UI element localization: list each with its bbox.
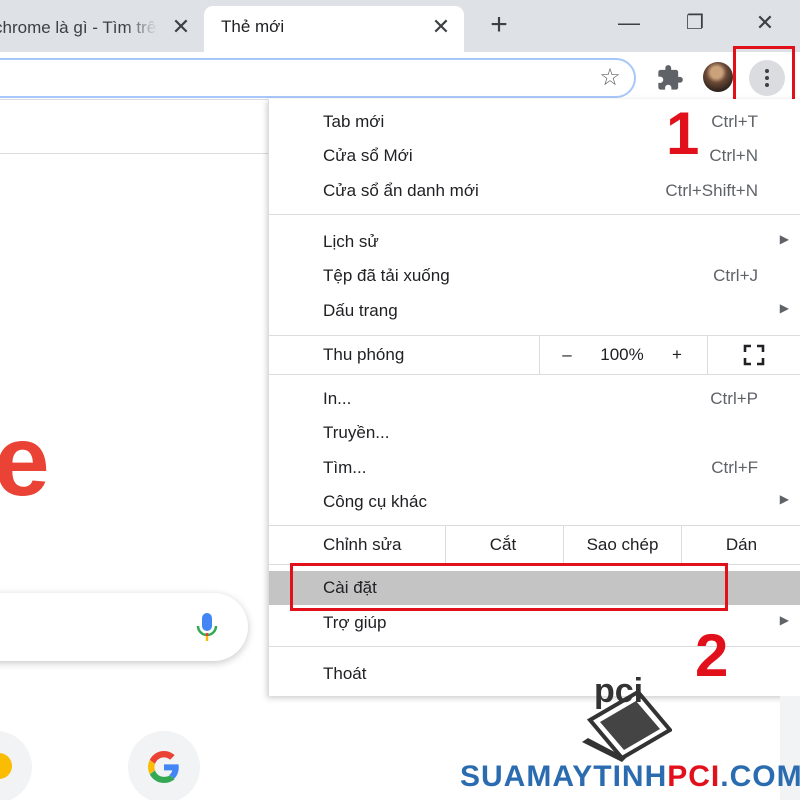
shortcut-tile-google[interactable] (128, 731, 200, 800)
watermark-part: PCI (667, 760, 721, 793)
menu-item-downloads[interactable]: Tệp đã tải xuống Ctrl+J (269, 259, 800, 293)
zoom-level: 100% (600, 345, 644, 364)
copy-button[interactable]: Sao chép (564, 535, 681, 555)
watermark-part: SUAMAYTINH (460, 760, 668, 793)
highlight-box-settings (290, 563, 728, 611)
extensions-puzzle-icon[interactable] (656, 64, 684, 92)
cut-button[interactable]: Cắt (446, 535, 560, 555)
menu-item-label: Cửa sổ Mới (323, 146, 413, 165)
menu-item-label: Cửa sổ ẩn danh mới (323, 181, 479, 200)
menu-item-find[interactable]: Tìm... Ctrl+F (269, 451, 800, 485)
menu-item-label: Tệp đã tải xuống (323, 266, 450, 285)
menu-item-new-window[interactable]: Cửa sổ Mới Ctrl+N (269, 139, 800, 173)
menu-item-bookmarks[interactable]: Dấu trang ▶ (269, 294, 800, 328)
shortcut-tile[interactable] (0, 731, 32, 800)
menu-item-label: Trợ giúp (323, 613, 387, 632)
menu-item-shortcut: Ctrl+F (711, 458, 758, 477)
menu-item-shortcut: Ctrl+P (710, 389, 758, 408)
tab-close-icon[interactable]: ✕ (428, 14, 454, 40)
menu-item-shortcut: Ctrl+J (713, 266, 758, 285)
emoji-icon (0, 753, 12, 779)
zoom-in-button[interactable]: + (665, 345, 689, 365)
menu-separator (269, 214, 800, 215)
tab-strip: chrome là gì - Tìm trên Google ✕ Thẻ mới… (0, 0, 800, 52)
divider (539, 336, 540, 374)
menu-item-label: Tab mới (323, 112, 385, 131)
menu-item-label: Tìm... (323, 458, 367, 477)
submenu-arrow-icon: ▶ (779, 613, 789, 627)
tab-new-tab[interactable]: Thẻ mới ✕ (204, 6, 464, 52)
step-number-2: 2 (695, 622, 729, 689)
search-box[interactable] (0, 593, 248, 661)
zoom-out-button[interactable]: – (555, 345, 579, 365)
google-logo-fragment: e (0, 405, 50, 517)
menu-item-label: Dấu trang (323, 301, 398, 320)
tab-title: Thẻ mới (221, 17, 285, 36)
paste-button[interactable]: Dán (682, 535, 800, 555)
menu-item-shortcut: Ctrl+Shift+N (665, 181, 758, 200)
menu-row-edit: Chỉnh sửa Cắt Sao chép Dán (269, 526, 800, 564)
menu-item-label: Thoát (323, 664, 367, 683)
divider (0, 153, 268, 154)
restore-button[interactable]: ❐ (680, 8, 710, 38)
tab-search[interactable]: chrome là gì - Tìm trên Google ✕ (0, 6, 198, 52)
toolbar: ☆ (0, 52, 800, 100)
menu-item-incognito-window[interactable]: Cửa sổ ẩn danh mới Ctrl+Shift+N (269, 174, 800, 208)
menu-item-shortcut: Ctrl+N (709, 146, 758, 165)
step-number-1: 1 (666, 100, 700, 167)
submenu-arrow-icon: ▶ (779, 492, 789, 506)
tab-title: chrome là gì - Tìm trên Google (0, 18, 158, 37)
browser-window: chrome là gì - Tìm trên Google ✕ Thẻ mới… (0, 0, 800, 800)
divider (707, 336, 708, 374)
address-bar[interactable] (0, 58, 636, 98)
close-window-button[interactable]: ✕ (750, 8, 780, 38)
submenu-arrow-icon: ▶ (779, 232, 789, 246)
menu-item-label: In... (323, 389, 352, 408)
menu-item-cast[interactable]: Truyền... (269, 416, 800, 450)
google-g-icon (148, 751, 179, 783)
menu-item-label: Truyền... (323, 423, 390, 442)
new-tab-button[interactable]: + (484, 10, 514, 40)
menu-separator (269, 374, 800, 375)
menu-item-label: Lịch sử (323, 232, 379, 251)
menu-item-label: Công cụ khác (323, 492, 427, 511)
microphone-icon[interactable] (195, 611, 219, 643)
profile-avatar[interactable] (703, 62, 733, 92)
zoom-label: Thu phóng (323, 345, 405, 364)
watermark-part: .COM (720, 760, 800, 793)
menu-item-print[interactable]: In... Ctrl+P (269, 382, 800, 416)
menu-item-more-tools[interactable]: Công cụ khác ▶ (269, 485, 800, 519)
submenu-arrow-icon: ▶ (779, 301, 789, 315)
minimize-button[interactable]: — (614, 8, 644, 38)
menu-row-zoom: Thu phóng – 100% + (269, 336, 800, 374)
fullscreen-icon[interactable] (743, 344, 765, 366)
tab-close-icon[interactable]: ✕ (168, 14, 194, 40)
pci-laptop-logo: pci (582, 672, 672, 762)
menu-item-shortcut: Ctrl+T (711, 112, 758, 131)
menu-item-new-tab[interactable]: Tab mới Ctrl+T (269, 105, 800, 139)
edit-label: Chỉnh sửa (323, 535, 402, 554)
bookmark-star-icon[interactable]: ☆ (597, 65, 623, 91)
pci-logo-text: pci (594, 672, 643, 710)
watermark-text: SUAMAYTINHPCI.COM (460, 760, 800, 794)
menu-item-history[interactable]: Lịch sử ▶ (269, 225, 800, 259)
